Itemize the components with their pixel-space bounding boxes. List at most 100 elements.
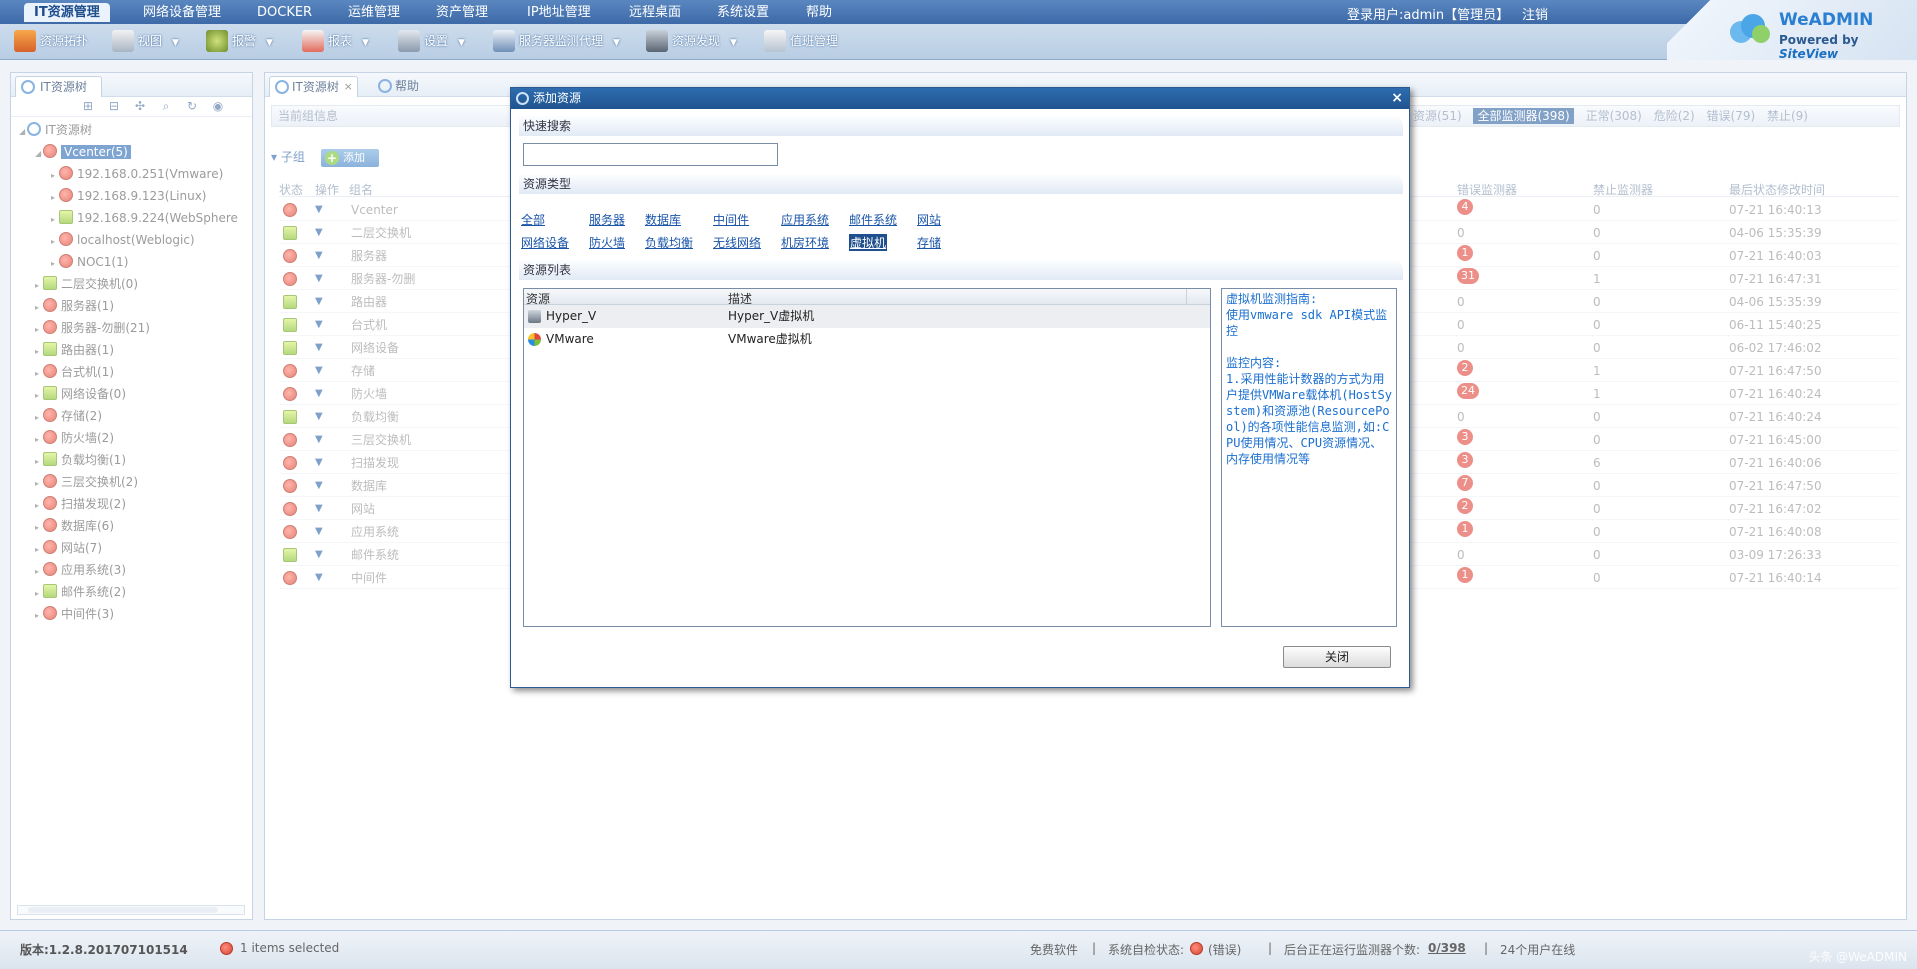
group-name[interactable]: 服务器 [351,245,387,267]
tree-expander-icon[interactable]: ▸ [35,517,43,539]
quick-search-input[interactable] [523,143,778,166]
menu-help[interactable]: 帮助 [796,3,842,22]
menu-system-settings[interactable]: 系统设置 [707,3,779,22]
tree-node[interactable]: ▸ 网络设备(0) [35,383,126,405]
tree-node[interactable]: ▸ 网站(7) [35,537,102,559]
tree-node[interactable]: ▸ localhost(Weblogic) [51,229,195,251]
scrollbar-thumb[interactable] [28,907,218,913]
row-action-menu-icon[interactable]: ▼ [315,268,323,290]
tab-it-resource[interactable]: IT资源树 × [269,76,358,97]
monitor-count-link[interactable]: 0/398 [1428,941,1466,955]
close-icon[interactable]: × [1391,88,1403,109]
tab-help[interactable]: 帮助 [373,76,419,97]
tree-expander-icon[interactable]: ▸ [35,297,43,319]
search-icon[interactable]: ⌕ [159,100,173,113]
resource-type-link[interactable]: 服务器 [589,211,625,228]
tree-node[interactable]: ▸ 存储(2) [35,405,102,427]
stat-error[interactable]: 错误(79) [1707,109,1756,123]
resource-type-link[interactable]: 网站 [917,211,941,228]
tree-node[interactable]: ▸ 防火墙(2) [35,427,114,449]
add-group-button[interactable]: + 添加 [321,149,379,167]
tree-node[interactable]: ▸ 中间件(3) [35,603,114,625]
group-name[interactable]: 应用系统 [351,521,399,543]
tree-expander-icon[interactable]: ▸ [35,275,43,297]
resource-type-link[interactable]: 存储 [917,234,941,251]
group-name[interactable]: 路由器 [351,291,387,313]
tree-expander-icon[interactable]: ▸ [35,605,43,627]
group-name[interactable]: 数据库 [351,475,387,497]
toolbar-report[interactable]: 报表 ▼ [302,29,369,53]
resource-type-link[interactable]: 全部 [521,211,545,228]
row-action-menu-icon[interactable]: ▼ [315,245,323,267]
list-item-hyperv[interactable]: Hyper_V Hyper_V虚拟机 [524,305,1210,328]
tree-node[interactable]: ▸ 台式机(1) [35,361,114,383]
row-action-menu-icon[interactable]: ▼ [315,429,323,451]
toolbar-view[interactable]: 视图 ▼ [112,29,179,53]
resource-type-link[interactable]: 机房环境 [781,234,829,251]
tree-node[interactable]: ▸ 192.168.9.224(WebSphere [51,207,238,229]
resource-type-link[interactable]: 中间件 [713,211,749,228]
tree-node[interactable]: ▸ 数据库(6) [35,515,114,537]
tree-expander-icon[interactable]: ▸ [35,561,43,583]
toolbar-alarm[interactable]: 报警 ▼ [206,29,273,53]
resource-type-link[interactable]: 虚拟机 [849,234,888,251]
tree-expander-icon[interactable]: ◢ [19,121,27,143]
row-action-menu-icon[interactable]: ▼ [315,544,323,566]
group-name[interactable]: 服务器-勿删 [351,268,415,290]
toolbar-server-agent[interactable]: 服务器监测代理 ▼ [493,29,620,53]
group-name[interactable]: 邮件系统 [351,544,399,566]
self-check-status[interactable]: (错误) [1208,941,1241,958]
resource-type-link[interactable]: 邮件系统 [849,211,897,228]
toolbar-topology[interactable]: 资源拓扑 [14,29,88,53]
row-action-menu-icon[interactable]: ▼ [315,337,323,359]
refresh-icon[interactable]: ↻ [185,100,199,113]
menu-it-resource[interactable]: IT资源管理 [24,3,110,22]
stat-disabled[interactable]: 禁止(9) [1767,109,1808,123]
tree-node[interactable]: ▸ 服务器(1) [35,295,114,317]
menu-ip-address[interactable]: IP地址管理 [517,3,601,22]
tree-expander-icon[interactable]: ▸ [35,539,43,561]
menu-network-device[interactable]: 网络设备管理 [133,3,231,22]
tree-expander-icon[interactable]: ▸ [51,253,59,275]
resource-type-link[interactable]: 数据库 [645,211,681,228]
tree-expander-icon[interactable]: ▸ [35,319,43,341]
tree-expander-icon[interactable]: ▸ [35,429,43,451]
tree-horizontal-scrollbar[interactable] [17,905,245,915]
toolbar-settings[interactable]: 设置 ▼ [398,29,465,53]
group-name[interactable]: 网络设备 [351,337,399,359]
locate-icon[interactable]: ✣ [133,100,147,113]
tree-node[interactable]: ▸ 二层交换机(0) [35,273,138,295]
logout-link[interactable]: 注销 [1522,4,1548,23]
tree-node[interactable]: ▸ NOC1(1) [51,251,128,273]
tree-expander-icon[interactable]: ▸ [51,165,59,187]
stat-danger[interactable]: 危险(2) [1654,109,1695,123]
tree-node[interactable]: ◢ IT资源树 [19,119,92,141]
tree-node[interactable]: ▸ 192.168.0.251(Vmware) [51,163,223,185]
toolbar-duty[interactable]: 值班管理 [764,29,838,53]
subgroup-toggle[interactable]: ▾ 子组 [271,147,305,167]
tree-expander-icon[interactable]: ▸ [51,209,59,231]
list-item-vmware[interactable]: VMware VMware虚拟机 [524,328,1210,351]
tree-expander-icon[interactable]: ▸ [35,385,43,407]
toolbar-discovery[interactable]: 资源发现 ▼ [646,29,737,53]
row-action-menu-icon[interactable]: ▼ [315,360,323,382]
tree-node[interactable]: ▸ 三层交换机(2) [35,471,138,493]
row-action-menu-icon[interactable]: ▼ [315,475,323,497]
expand-all-icon[interactable]: ⊞ [81,100,95,113]
tree-expander-icon[interactable]: ▸ [51,187,59,209]
row-action-menu-icon[interactable]: ▼ [315,406,323,428]
eye-icon[interactable]: ◉ [211,100,225,113]
stat-all-monitors[interactable]: 全部监测器(398) [1473,108,1574,124]
tree-node[interactable]: ▸ 扫描发现(2) [35,493,126,515]
stat-resources[interactable]: 资源(51) [1413,109,1462,123]
tree-expander-icon[interactable]: ▸ [35,495,43,517]
group-name[interactable]: 存储 [351,360,375,382]
resource-type-link[interactable]: 防火墙 [589,234,625,251]
resource-type-link[interactable]: 应用系统 [781,211,829,228]
tree-node[interactable]: ▸ 192.168.9.123(Linux) [51,185,207,207]
menu-docker[interactable]: DOCKER [247,3,322,22]
row-action-menu-icon[interactable]: ▼ [315,222,323,244]
close-tab-icon[interactable]: × [344,77,353,97]
group-name[interactable]: 二层交换机 [351,222,411,244]
group-name[interactable]: 三层交换机 [351,429,411,451]
